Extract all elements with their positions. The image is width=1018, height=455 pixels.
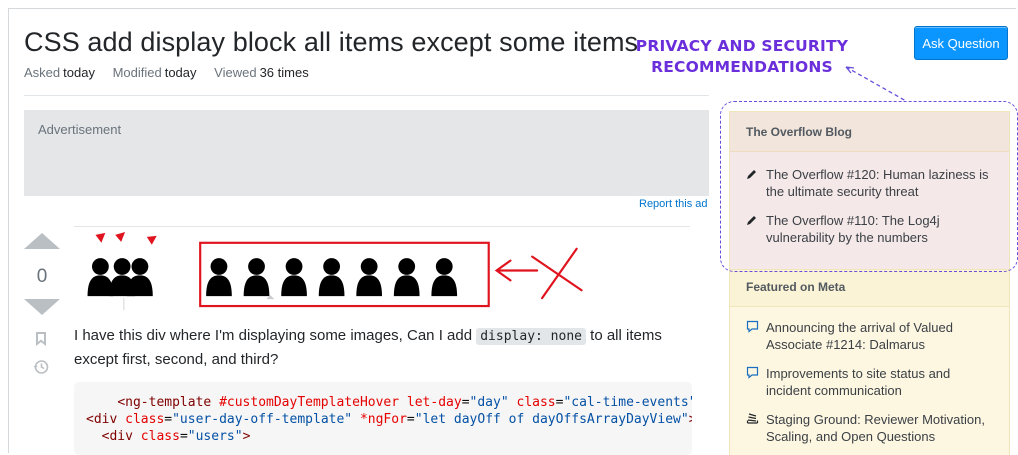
featured-meta-panel: Featured on Meta Announcing the arrival … [729, 270, 1010, 455]
chat-bubble-icon [746, 365, 766, 399]
code-line-1: <ng-template #customDayTemplateHover let… [117, 395, 692, 410]
title-divider [24, 95, 709, 96]
stack-icon [746, 411, 766, 445]
meta-item-text[interactable]: Staging Ground: Reviewer Motivation, Sca… [766, 411, 993, 445]
privacy-highlight-box [720, 101, 1018, 272]
post-screenshot-image [74, 226, 690, 310]
meta-item-text[interactable]: Announcing the arrival of Valued Associa… [766, 319, 993, 353]
vote-controls: 0 [24, 233, 60, 315]
question-body: I have this div where I'm displaying som… [74, 324, 694, 371]
privacy-annotation-line1: PRIVACY AND SECURITY [635, 37, 849, 55]
featured-meta-title: Featured on Meta [730, 270, 1009, 307]
downvote-arrow-icon[interactable] [24, 299, 60, 315]
meta-item[interactable]: Staging Ground: Reviewer Motivation, Sca… [730, 405, 1009, 451]
modified-value[interactable]: today [165, 65, 197, 80]
inline-code: display: none [476, 328, 586, 345]
code-line-3: <div class="users"> [101, 429, 251, 444]
meta-item[interactable]: Improvements to site status and incident… [730, 359, 1009, 405]
question-title[interactable]: CSS add display block all items except s… [24, 27, 638, 58]
question-meta: Asked today Modified today Viewed 36 times [24, 65, 323, 80]
asked-value: today [63, 65, 95, 80]
meta-item[interactable]: Announcing the arrival of Valued Associa… [730, 313, 1009, 359]
body-text-start: I have this div where I'm displaying som… [74, 327, 477, 344]
chat-bubble-icon [746, 319, 766, 353]
ask-question-button[interactable]: Ask Question [914, 26, 1008, 60]
viewed-value: 36 times [259, 65, 309, 80]
asked-label: Asked [24, 65, 61, 80]
viewed-label: Viewed [214, 65, 257, 80]
bookmark-icon[interactable] [36, 332, 46, 346]
meta-item-text[interactable]: Improvements to site status and incident… [766, 365, 993, 399]
privacy-annotation: PRIVACY AND SECURITY RECOMMENDATIONS [608, 36, 876, 78]
code-block[interactable]: <ng-template #customDayTemplateHover let… [74, 382, 692, 455]
vote-count: 0 [36, 266, 48, 287]
upvote-arrow-icon[interactable] [24, 233, 60, 249]
code-line-2: <div class="user-day-off-template" *ngFo… [86, 412, 692, 427]
first-three-people [87, 258, 153, 297]
modified-label: Modified [112, 65, 162, 80]
report-ad-link[interactable]: Report this ad [639, 198, 707, 210]
history-icon[interactable] [33, 359, 49, 375]
advertisement-box[interactable]: Advertisement [24, 110, 709, 196]
advertisement-label: Advertisement [38, 122, 122, 137]
privacy-annotation-line2: RECOMMENDATIONS [651, 58, 833, 76]
